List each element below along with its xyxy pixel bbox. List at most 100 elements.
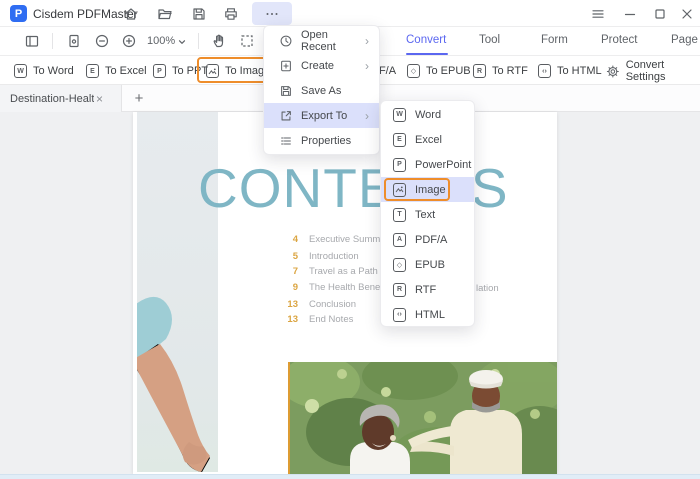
app-menu-button[interactable] [585, 2, 611, 25]
zoom-out-button[interactable] [89, 29, 115, 52]
toc-entry-label: Conclusion [309, 299, 356, 310]
submenu-item-excel[interactable]: E Excel [381, 127, 474, 152]
ppt-doc-icon: P [153, 64, 166, 78]
toc-page-number: 13 [287, 314, 298, 325]
submenu-item-epub[interactable]: ◇ EPUB [381, 252, 474, 277]
tab-protect[interactable]: Protect [601, 34, 637, 46]
toc-page-number: 4 [292, 234, 298, 245]
convert-settings-button[interactable]: Convert Settings [606, 59, 700, 83]
to-excel-button[interactable]: E To Excel [86, 62, 147, 80]
toc-page-number: 9 [292, 282, 298, 293]
clock-icon [278, 34, 293, 48]
powerpoint-doc-icon: P [393, 157, 406, 172]
image-selection-box [384, 178, 450, 201]
menu-item-export-to[interactable]: Export To › [264, 103, 379, 128]
maximize-button[interactable] [647, 2, 673, 25]
submenu-item-pdfa[interactable]: A PDF/A [381, 227, 474, 252]
page-photo-couple [290, 362, 557, 474]
home-button[interactable] [118, 2, 144, 25]
zoom-in-icon [122, 34, 136, 47]
zoom-out-icon [95, 34, 109, 47]
app-window: P Cisdem PDFMaster 100% Convert Tool For… [0, 0, 700, 479]
to-word-button[interactable]: W To Word [14, 62, 74, 80]
menu-item-properties[interactable]: Properties [264, 128, 379, 153]
new-tab-button[interactable]: + [128, 88, 150, 109]
tab-form[interactable]: Form [541, 34, 568, 46]
gear-icon [606, 65, 619, 77]
menu-item-create[interactable]: Create › [264, 53, 379, 78]
properties-list-icon [278, 134, 293, 148]
toc-row: 13 End Notes [282, 314, 353, 326]
tab-convert-underline [406, 53, 448, 55]
close-icon [682, 8, 692, 19]
excel-doc-icon: E [86, 64, 99, 78]
hand-icon [213, 34, 224, 47]
html-doc-icon: ‹› [538, 64, 551, 78]
toc-row: 13 Conclusion [282, 299, 356, 311]
toc-entry-label: End Notes [309, 314, 354, 325]
toc-row: 4 Executive Summary [282, 234, 394, 246]
toc-page-number: 13 [287, 299, 298, 310]
hand-tool-button[interactable] [206, 29, 232, 52]
export-icon [278, 109, 293, 123]
document-tab[interactable]: Destination-Healthy-... × [0, 85, 122, 112]
open-file-button[interactable] [152, 2, 178, 25]
menu-item-open-recent[interactable]: Open Recent › [264, 28, 379, 53]
marquee-select-icon [241, 34, 253, 47]
zoom-level-value[interactable]: 100% [147, 35, 175, 47]
to-epub-button[interactable]: ◇ To EPUB [407, 62, 471, 80]
maximize-icon [655, 8, 665, 19]
fit-page-icon [69, 34, 79, 47]
document-tab-label: Destination-Healthy-... [10, 92, 94, 105]
submenu-item-powerpoint[interactable]: P PowerPoint [381, 152, 474, 177]
html-doc-icon: ‹› [393, 307, 406, 322]
document-viewport[interactable]: CONTENTS 4 Executive Summary 5 Introduct… [0, 112, 700, 479]
sidebar-toggle-button[interactable] [19, 29, 45, 52]
submenu-chevron-icon: › [365, 33, 369, 48]
hamburger-icon [592, 9, 604, 18]
close-button[interactable] [674, 2, 700, 25]
tab-convert[interactable]: Convert [406, 34, 446, 46]
print-button[interactable] [218, 2, 244, 25]
more-menu-button[interactable] [252, 2, 292, 25]
submenu-chevron-icon: › [365, 58, 369, 73]
toc-page-number: 7 [292, 266, 298, 277]
pdfa-doc-icon: A [393, 232, 406, 247]
print-icon [225, 7, 237, 20]
submenu-item-html[interactable]: ‹› HTML [381, 302, 474, 327]
more-dropdown-menu: Open Recent › Create › Save As Export To… [263, 25, 380, 155]
folder-open-icon [158, 8, 172, 19]
tab-page[interactable]: Page [671, 34, 698, 46]
zoom-in-button[interactable] [116, 29, 142, 52]
export-to-submenu: W Word E Excel P PowerPoint Image T Text… [380, 100, 475, 327]
submenu-item-word[interactable]: W Word [381, 102, 474, 127]
to-html-button[interactable]: ‹› To HTML [538, 62, 602, 80]
rtf-doc-icon: R [393, 282, 406, 297]
minimize-button[interactable] [617, 2, 643, 25]
save-button[interactable] [186, 2, 212, 25]
to-image-button[interactable]: To Image [206, 62, 270, 80]
bottom-edge-strip [0, 474, 700, 479]
pdf-page[interactable]: CONTENTS 4 Executive Summary 5 Introduct… [133, 112, 557, 474]
sidebar-toggle-icon [25, 35, 39, 47]
title-bar: P Cisdem PDFMaster [0, 0, 700, 27]
to-rtf-button[interactable]: R To RTF [473, 62, 528, 80]
toc-page-number: 5 [292, 251, 298, 262]
submenu-item-rtf[interactable]: R RTF [381, 277, 474, 302]
menu-item-save-as[interactable]: Save As [264, 78, 379, 103]
submenu-item-image[interactable]: Image [381, 177, 474, 202]
tab-tool[interactable]: Tool [479, 34, 500, 46]
rtf-doc-icon: R [473, 64, 486, 78]
marquee-select-button[interactable] [234, 29, 260, 52]
toc-row: 5 Introduction [282, 251, 359, 263]
fit-page-button[interactable] [61, 29, 87, 52]
document-tab-close-icon[interactable]: × [96, 92, 103, 106]
submenu-chevron-icon: › [365, 108, 369, 123]
chevron-down-icon[interactable] [176, 36, 188, 48]
more-dots-icon [266, 12, 278, 15]
toc-entry-label: Introduction [309, 251, 359, 262]
word-doc-icon: W [14, 64, 27, 78]
submenu-item-text[interactable]: T Text [381, 202, 474, 227]
image-doc-icon [206, 64, 219, 78]
epub-doc-icon: ◇ [393, 257, 406, 272]
